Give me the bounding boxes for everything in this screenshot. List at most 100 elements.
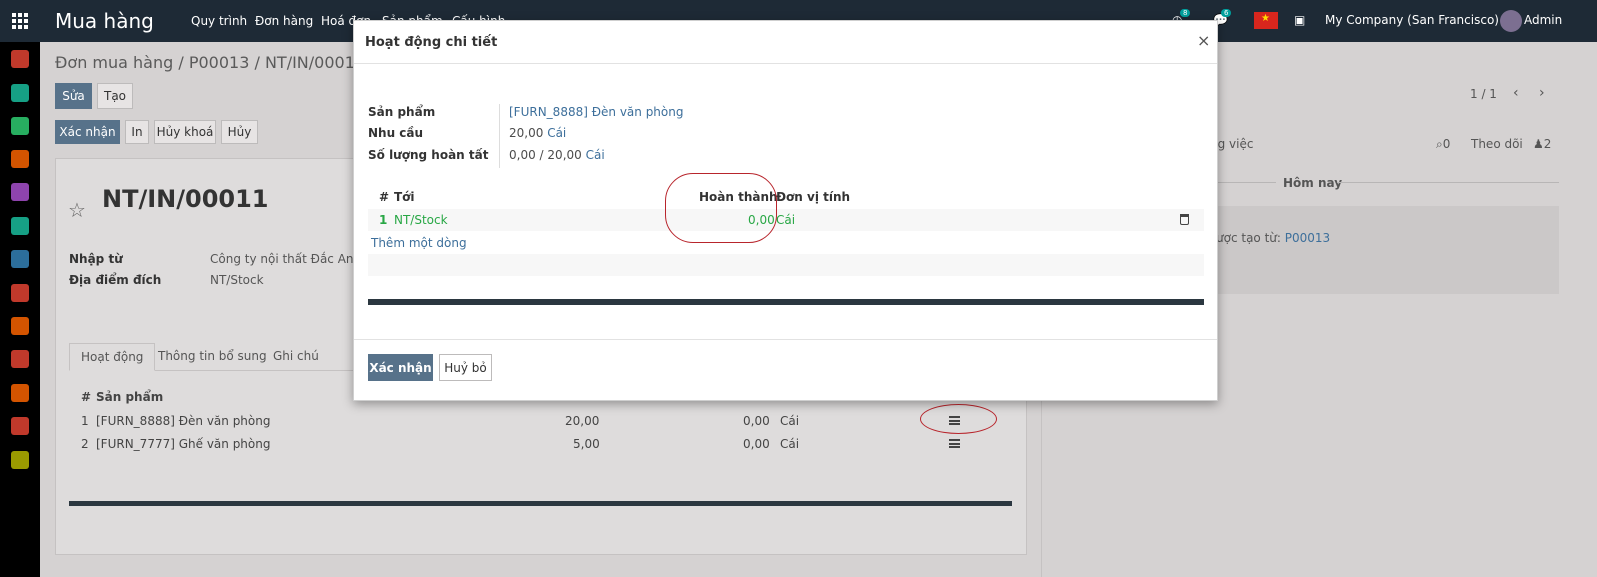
breadcrumb[interactable]: Đơn mua hàng / P00013 / NT/IN/00011 xyxy=(55,53,365,72)
confirm-button[interactable]: Xác nhận xyxy=(55,120,120,144)
tab-notes[interactable]: Ghi chú xyxy=(273,343,319,371)
apps-icon[interactable] xyxy=(11,183,29,201)
dialog-title: Hoạt động chi tiết xyxy=(365,35,498,50)
date-separator: Hôm nay xyxy=(1283,176,1343,190)
divider xyxy=(1337,182,1559,183)
line-num: 2 xyxy=(81,437,89,451)
tools-icon[interactable] xyxy=(11,117,29,135)
demand-value: 20,00 Cái xyxy=(509,126,566,140)
line-num: 1 xyxy=(81,414,89,428)
app-title: Mua hàng xyxy=(55,9,154,33)
message-prefix: ược tạo từ: xyxy=(1216,231,1281,245)
employees-icon[interactable] xyxy=(11,217,29,235)
menu-quy-trinh[interactable]: Quy trình xyxy=(191,14,247,28)
print-button[interactable]: In xyxy=(125,120,149,144)
demand-uom[interactable]: Cái xyxy=(547,126,566,140)
line-done[interactable]: 0,00 xyxy=(743,437,770,451)
manufacturing-icon[interactable] xyxy=(11,417,29,435)
highlight-annotation xyxy=(665,173,777,243)
field-label-source: Nhập từ xyxy=(69,252,123,266)
create-button[interactable]: Tạo xyxy=(97,83,133,109)
purchase-icon[interactable] xyxy=(11,317,29,335)
language-flag-icon[interactable] xyxy=(1254,12,1278,29)
done-separator: / xyxy=(539,148,544,162)
reporting-icon[interactable] xyxy=(11,284,29,302)
company-switcher[interactable]: My Company (San Francisco) xyxy=(1325,13,1499,27)
pos-icon[interactable] xyxy=(11,250,29,268)
discuss-icon[interactable] xyxy=(11,50,29,68)
line-product[interactable]: [FURN_8888] Đèn văn phòng xyxy=(96,414,270,428)
briefcase-icon[interactable]: ▣ xyxy=(1294,13,1305,27)
quantity-done-value: 0,00 / 20,00 Cái xyxy=(509,148,605,162)
settings-icon[interactable] xyxy=(11,451,29,469)
edit-button[interactable]: Sửa xyxy=(55,83,92,109)
followers-count: 2 xyxy=(1543,137,1552,151)
product-label: Sản phẩm xyxy=(368,105,436,119)
user-menu[interactable]: Admin xyxy=(1524,13,1562,27)
row-uom[interactable]: Cái xyxy=(776,213,795,227)
demand-qty: 20,00 xyxy=(509,126,544,140)
lines-footer-bar xyxy=(69,501,1012,506)
followers-counter[interactable]: ♟2 xyxy=(1533,137,1551,151)
message-link[interactable]: P00013 xyxy=(1285,231,1330,245)
done-uom[interactable]: Cái xyxy=(586,148,605,162)
contacts-icon[interactable] xyxy=(11,84,29,102)
document-title: NT/IN/00011 xyxy=(102,185,269,213)
avatar[interactable] xyxy=(1500,10,1522,32)
divider xyxy=(1218,182,1276,183)
unlock-button[interactable]: Hủy khoá xyxy=(154,120,216,144)
add-line-link[interactable]: Thêm một dòng xyxy=(371,236,467,250)
accounting-icon[interactable] xyxy=(11,384,29,402)
highlight-annotation xyxy=(920,404,997,434)
cancel-button[interactable]: Hủy xyxy=(221,120,258,144)
line-uom[interactable]: Cái xyxy=(780,437,799,451)
menu-don-hang[interactable]: Đơn hàng xyxy=(255,14,313,28)
attachment-counter[interactable]: ⌕0 xyxy=(1436,137,1450,152)
field-value-destination[interactable]: NT/Stock xyxy=(210,273,264,287)
field-label-destination: Địa điểm đích xyxy=(69,273,162,287)
line-demand[interactable]: 5,00 xyxy=(573,437,600,451)
row-num: 1 xyxy=(379,213,388,227)
done-qty: 0,00 xyxy=(509,148,536,162)
table-footer-bar xyxy=(368,299,1204,305)
line-uom[interactable]: Cái xyxy=(780,414,799,428)
tab-operations[interactable]: Hoạt động xyxy=(69,343,156,371)
empty-row xyxy=(368,254,1204,276)
dialog-header: Hoạt động chi tiết × xyxy=(354,21,1217,64)
pager-previous-icon[interactable]: ‹ xyxy=(1513,85,1519,101)
confirm-dialog-button[interactable]: Xác nhận xyxy=(368,354,433,381)
detailed-operations-icon[interactable] xyxy=(949,439,960,448)
row-destination[interactable]: NT/Stock xyxy=(394,213,448,227)
line-demand[interactable]: 20,00 xyxy=(565,414,599,428)
dialog-footer-divider xyxy=(354,339,1217,340)
line-done[interactable]: 0,00 xyxy=(743,414,770,428)
invoicing-icon[interactable] xyxy=(11,150,29,168)
quantity-done-label: Số lượng hoàn tất xyxy=(368,148,489,162)
product-value[interactable]: [FURN_8888] Đèn văn phòng xyxy=(509,105,683,119)
app-sidebar xyxy=(0,42,40,577)
pager-next-icon[interactable]: › xyxy=(1539,85,1545,101)
activity-badge: 8 xyxy=(1180,9,1191,17)
message-text: ược tạo từ: P00013 xyxy=(1216,231,1330,245)
pager-value[interactable]: 1 / 1 xyxy=(1470,87,1497,101)
user-icon: ♟ xyxy=(1533,137,1544,151)
message-badge: 6 xyxy=(1221,9,1232,17)
star-icon[interactable]: ☆ xyxy=(68,198,86,222)
field-value-source[interactable]: Công ty nội thất Đắc Anh xyxy=(210,252,361,266)
trash-icon[interactable] xyxy=(1180,214,1189,225)
discard-button[interactable]: Huỷ bỏ xyxy=(439,354,492,381)
lines-header-num: # xyxy=(81,390,92,404)
column-header-num: # xyxy=(379,190,390,204)
paperclip-icon: ⌕ xyxy=(1436,137,1443,151)
follow-button[interactable]: Theo dõi xyxy=(1471,137,1523,151)
inventory-icon[interactable] xyxy=(11,350,29,368)
column-header-to[interactable]: Tới xyxy=(394,190,415,204)
divider xyxy=(499,104,500,168)
apps-grid-icon[interactable] xyxy=(12,13,28,29)
column-header-uom[interactable]: Đơn vị tính xyxy=(776,190,850,204)
tab-additional-info[interactable]: Thông tin bổ sung xyxy=(158,343,267,371)
done-total: 20,00 xyxy=(547,148,582,162)
detailed-operations-dialog: Hoạt động chi tiết × Sản phẩm [FURN_8888… xyxy=(353,20,1218,401)
line-product[interactable]: [FURN_7777] Ghế văn phòng xyxy=(96,437,270,451)
close-icon[interactable]: × xyxy=(1197,31,1210,50)
